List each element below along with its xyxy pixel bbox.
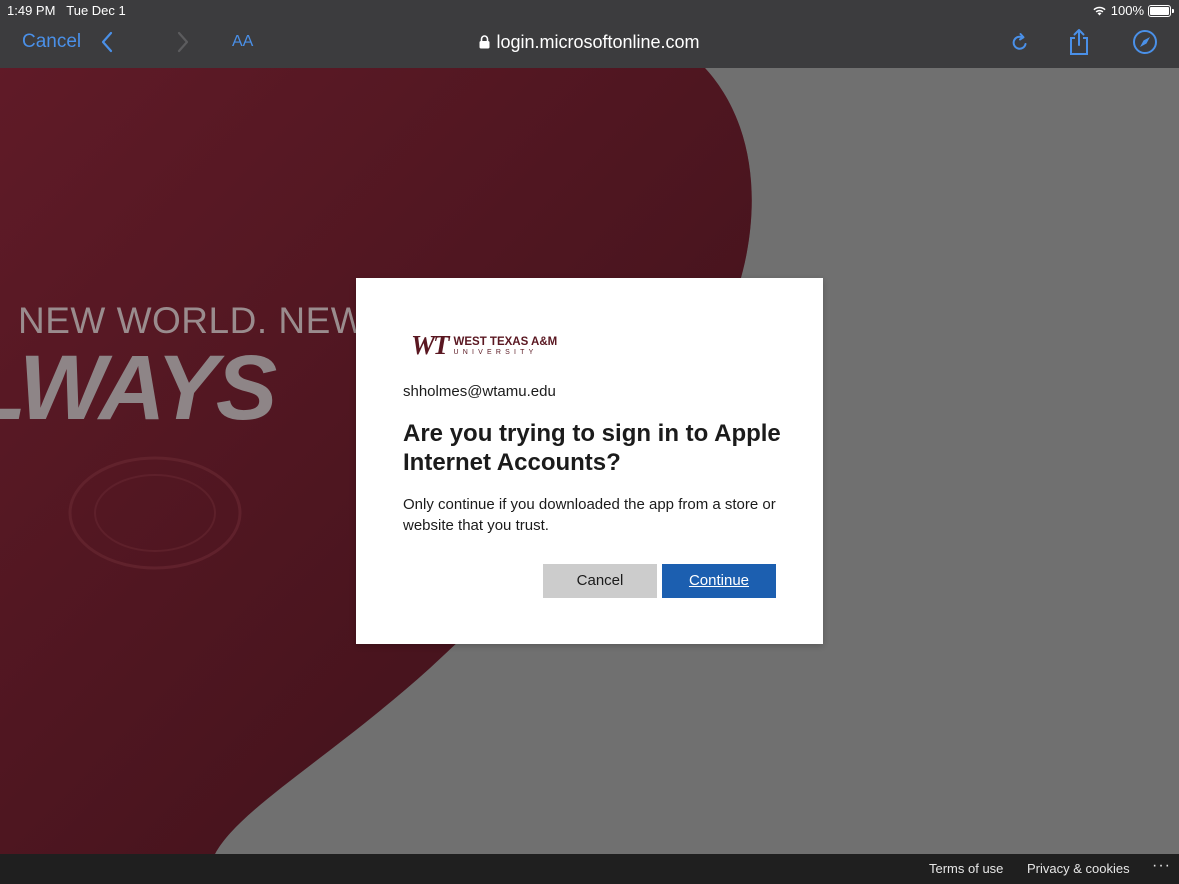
university-logo: WT WEST TEXAS A&M UNIVERSITY	[411, 330, 558, 360]
status-right: 100%	[1092, 3, 1174, 18]
status-time: 1:49 PM Tue Dec 1	[7, 3, 126, 18]
battery-icon	[1148, 4, 1174, 17]
logo-wordmark: WEST TEXAS A&M UNIVERSITY	[453, 335, 558, 356]
status-date: Tue Dec 1	[66, 3, 126, 18]
more-options-icon[interactable]: ···	[1152, 857, 1171, 875]
lock-icon	[479, 35, 490, 49]
compass-icon[interactable]	[1132, 29, 1158, 55]
wifi-icon	[1093, 6, 1106, 16]
browser-toolbar: Cancel AA login.microsoftonline.com	[0, 22, 1179, 68]
dialog-description: Only continue if you downloaded the app …	[403, 496, 776, 534]
hero-big-word: LWAYS	[0, 337, 277, 439]
share-icon[interactable]	[1067, 28, 1091, 56]
dialog-heading: Are you trying to sign in to Apple Inter…	[403, 420, 781, 476]
continue-button[interactable]: Continue	[662, 564, 776, 598]
reload-icon[interactable]	[1010, 31, 1030, 53]
status-bar: 1:49 PM Tue Dec 1 100%	[0, 0, 1179, 22]
url-text: login.microsoftonline.com	[496, 32, 700, 52]
battery-percent: 100%	[1110, 3, 1144, 18]
cancel-button[interactable]: Cancel	[543, 564, 657, 598]
logo-mark: WT	[411, 330, 449, 360]
privacy-cookies-link[interactable]: Privacy & cookies	[1027, 861, 1130, 876]
consent-dialog: WT WEST TEXAS A&M UNIVERSITY shholmes@wt…	[356, 278, 823, 644]
address-bar[interactable]: login.microsoftonline.com	[0, 32, 1179, 53]
page-footer: Terms of use Privacy & cookies ···	[0, 854, 1179, 884]
account-email: shholmes@wtamu.edu	[403, 383, 556, 400]
terms-of-use-link[interactable]: Terms of use	[929, 861, 1003, 876]
